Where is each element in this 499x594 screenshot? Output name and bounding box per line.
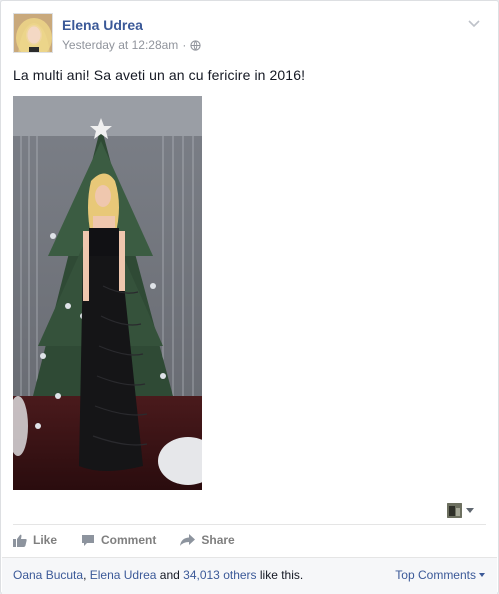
post-actions: Like Comment Share bbox=[13, 529, 235, 551]
meta-separator: · bbox=[182, 38, 187, 52]
post-header: Elena Udrea Yesterday at 12:28am · bbox=[13, 13, 483, 55]
post-meta: Yesterday at 12:28am · bbox=[62, 38, 201, 52]
post-photo[interactable] bbox=[13, 96, 202, 490]
like-button[interactable]: Like bbox=[13, 533, 57, 547]
post-text: La multi ani! Sa aveti un an cu fericire… bbox=[13, 67, 306, 83]
liker-link-1[interactable]: Oana Bucuta bbox=[13, 568, 83, 582]
likes-others-link[interactable]: 34,013 others bbox=[183, 568, 256, 582]
avatar-image bbox=[14, 14, 52, 52]
caret-down-icon bbox=[466, 508, 474, 513]
comment-icon bbox=[82, 534, 95, 546]
likes-and: and bbox=[156, 568, 184, 582]
page-thumbnail-icon bbox=[447, 503, 462, 518]
share-button[interactable]: Share bbox=[180, 533, 235, 547]
like-label: Like bbox=[33, 533, 58, 547]
top-comments-dropdown[interactable]: Top Comments bbox=[395, 568, 485, 582]
top-comments-label: Top Comments bbox=[395, 568, 476, 582]
post-author[interactable]: Elena Udrea bbox=[62, 17, 143, 33]
post-card: Elena Udrea Yesterday at 12:28am · La mu… bbox=[0, 0, 499, 594]
chevron-down-icon[interactable] bbox=[467, 17, 481, 31]
comment-button[interactable]: Comment bbox=[81, 533, 156, 547]
photo-image bbox=[13, 96, 202, 490]
share-label: Share bbox=[201, 533, 235, 547]
share-arrow-icon bbox=[180, 534, 196, 546]
likes-suffix: like this. bbox=[256, 568, 304, 582]
comment-label: Comment bbox=[101, 533, 157, 547]
post-timestamp[interactable]: Yesterday at 12:28am bbox=[62, 38, 178, 52]
liker-link-2[interactable]: Elena Udrea bbox=[90, 568, 157, 582]
post-as-selector[interactable] bbox=[447, 503, 474, 518]
likes-comma: , bbox=[83, 568, 90, 582]
thumbs-up-icon bbox=[13, 534, 27, 547]
caret-down-small-icon bbox=[479, 573, 485, 577]
likes-summary: Oana Bucuta, Elena Udrea and 34,013 othe… bbox=[13, 568, 303, 582]
avatar[interactable] bbox=[13, 13, 53, 53]
likes-summary-bar: Oana Bucuta, Elena Udrea and 34,013 othe… bbox=[2, 557, 497, 594]
globe-icon[interactable] bbox=[190, 39, 201, 51]
actions-divider bbox=[13, 524, 486, 525]
